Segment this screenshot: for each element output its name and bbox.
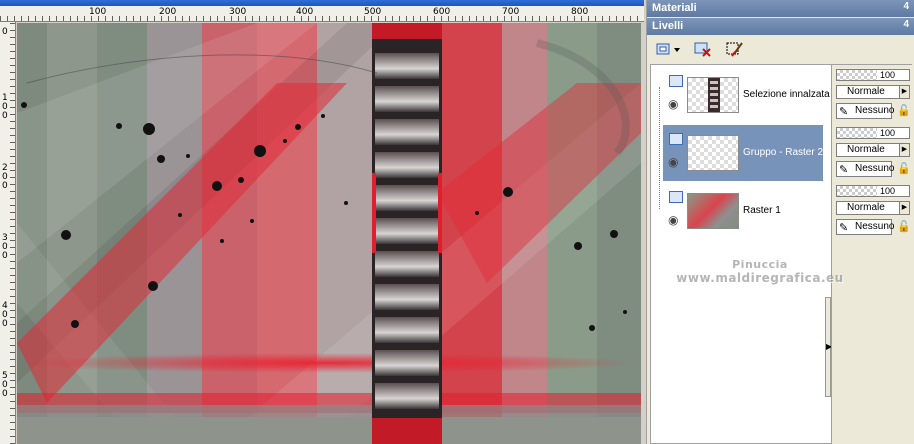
pen-icon: ✎	[839, 106, 849, 118]
opacity-slider[interactable]: 100	[836, 185, 910, 197]
ruler-label: 400	[2, 301, 8, 329]
delete-layer-button[interactable]	[691, 39, 715, 59]
ruler-label: 200	[2, 163, 8, 191]
vertical-ruler: 0 100 200 300 400 500	[0, 22, 16, 444]
dropdown-arrow-icon: ▶	[899, 86, 909, 98]
ruler-label: 100	[2, 93, 8, 121]
layer-type-icon	[669, 133, 683, 145]
new-layer-button[interactable]	[653, 39, 683, 59]
canvas-artwork	[17, 23, 641, 444]
watermark-line: Pinuccia	[732, 258, 788, 271]
layer-row[interactable]: ◉ Selezione innalzata	[663, 67, 830, 123]
panel-title: Materiali	[652, 2, 697, 14]
lock-icon[interactable]: 🔓	[896, 103, 912, 119]
ruler-label: 500	[2, 371, 8, 399]
horizontal-ruler: 100 200 300 400 500 600 700 800	[0, 6, 644, 22]
mask-select[interactable]: ✎ Nessuno	[836, 219, 895, 235]
layer-thumbnail	[687, 77, 739, 113]
layers-toolbar	[647, 36, 914, 62]
visibility-eye-icon[interactable]: ◉	[668, 155, 678, 169]
opacity-slider[interactable]: 100	[836, 69, 910, 81]
blend-mode-value: Normale	[847, 144, 885, 155]
layer-row-selected[interactable]: ◉ Gruppo - Raster 2	[663, 125, 823, 181]
layer-thumbnail	[687, 193, 739, 229]
ruler-ticks	[0, 16, 644, 21]
blend-mode-select[interactable]: Normale ▶	[836, 85, 910, 99]
canvas-border	[641, 22, 644, 444]
opacity-value: 100	[879, 70, 895, 80]
new-layer-icon	[656, 43, 680, 55]
pin-icon[interactable]: 4	[903, 1, 909, 12]
visibility-eye-icon[interactable]: ◉	[668, 213, 678, 227]
paint-shop-window: 100 200 300 400 500 600 700 800 0 100 20…	[0, 0, 914, 444]
lock-icon[interactable]: 🔓	[896, 219, 912, 235]
edit-selection-button[interactable]	[723, 39, 747, 59]
mask-value: Nessuno	[855, 221, 895, 232]
layer-row[interactable]: ◉ Raster 1	[663, 183, 823, 239]
dropdown-arrow-icon: ▶	[899, 202, 909, 214]
opacity-slider[interactable]: 100	[836, 127, 910, 139]
pin-icon[interactable]: 4	[903, 19, 909, 30]
layers-list: ◉ Selezione innalzata ◉ Gruppo - Raster …	[650, 64, 913, 444]
visibility-eye-icon[interactable]: ◉	[668, 97, 678, 111]
mask-value: Nessuno	[855, 163, 895, 174]
dropdown-arrow-icon: ▶	[899, 144, 909, 156]
layer-name: Selezione innalzata	[743, 89, 830, 100]
watermark: Pinuccia www.maldiregrafica.eu	[660, 258, 860, 285]
thumbnail-image	[708, 78, 720, 112]
layer-type-icon	[669, 191, 683, 203]
materials-panel-header[interactable]: Materiali 4	[647, 0, 914, 17]
blend-mode-value: Normale	[847, 86, 885, 97]
opacity-value: 100	[879, 186, 895, 196]
layer-thumbnail	[687, 135, 739, 171]
layer-name: Gruppo - Raster 2	[743, 147, 824, 158]
mask-select[interactable]: ✎ Nessuno	[836, 161, 895, 177]
layers-panel-header[interactable]: Livelli 4	[647, 18, 914, 35]
pen-icon: ✎	[839, 164, 849, 176]
image-canvas[interactable]	[17, 23, 641, 444]
layer-properties-column: 100 Normale ▶ ✎ Nessuno 🔓 100 Normale ▶ ✎ Ne…	[831, 65, 913, 444]
watermark-line: www.maldiregrafica.eu	[676, 271, 844, 285]
blend-mode-value: Normale	[847, 202, 885, 213]
selection-brush-icon	[726, 42, 743, 57]
layer-type-icon	[669, 75, 683, 87]
panel-title: Livelli	[652, 20, 684, 32]
ruler-label: 0	[2, 27, 8, 37]
right-panel: Materiali 4 Livelli 4 ◉ Selezione innalz…	[646, 0, 914, 444]
lock-icon[interactable]: 🔓	[896, 161, 912, 177]
blend-mode-select[interactable]: Normale ▶	[836, 201, 910, 215]
layer-props: 100 Normale ▶ ✎ Nessuno 🔓	[836, 185, 912, 241]
layer-tree-line	[659, 87, 660, 209]
layer-name: Raster 1	[743, 205, 781, 216]
mask-value: Nessuno	[855, 105, 895, 116]
blend-mode-select[interactable]: Normale ▶	[836, 143, 910, 157]
ruler-label: 300	[2, 233, 8, 261]
delete-layer-icon	[694, 42, 711, 57]
opacity-value: 100	[879, 128, 895, 138]
layer-props: 100 Normale ▶ ✎ Nessuno 🔓	[836, 127, 912, 183]
ruler-ticks	[10, 22, 15, 444]
pen-icon: ✎	[839, 222, 849, 234]
layer-props: 100 Normale ▶ ✎ Nessuno 🔓	[836, 69, 912, 125]
mask-select[interactable]: ✎ Nessuno	[836, 103, 895, 119]
